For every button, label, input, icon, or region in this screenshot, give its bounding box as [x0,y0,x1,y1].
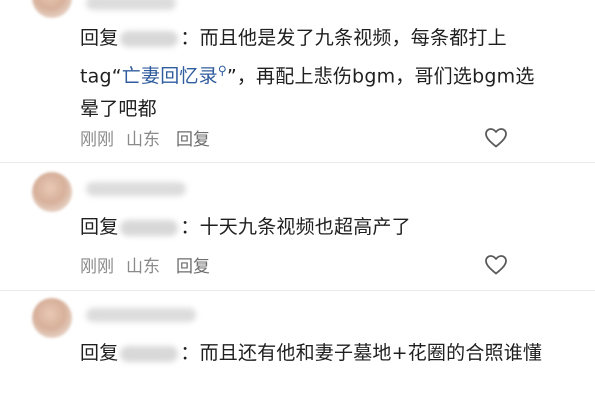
location: 山东 [126,257,160,277]
reply-label: 回复 [80,216,119,238]
comment-content: ：十天九条视频也超高产了 [180,216,411,238]
comment-meta: 刚刚 山东 回复 [80,252,222,277]
comment-text: 回复 ：而且还有他和妻子墓地+花圈的合照谁懂 [80,337,550,370]
avatar[interactable] [32,0,72,18]
comment-content: ：而且还有他和妻子墓地+花圈的合照谁懂 [180,342,543,364]
location: 山东 [126,130,160,150]
timestamp: 刚刚 [80,257,114,277]
username-blurred[interactable] [86,182,186,196]
comment-text: 回复 ：十天九条视频也超高产了 [80,211,550,244]
heart-outline-icon[interactable] [484,126,508,150]
heart-outline-icon[interactable] [484,253,508,277]
avatar[interactable] [32,298,72,338]
divider [0,162,595,163]
reply-target-blurred[interactable] [120,219,179,236]
reply-button[interactable]: 回复 [176,130,210,150]
hashtag-link[interactable]: 亡妻回忆录⚲ [122,64,227,87]
timestamp: 刚刚 [80,130,114,150]
reply-target-blurred[interactable] [120,30,179,47]
reply-label: 回复 [80,342,119,364]
divider [0,290,595,291]
avatar[interactable] [32,172,72,212]
username-blurred[interactable] [86,0,176,10]
username-blurred[interactable] [86,308,196,322]
comment-text: 回复 ：而且他是发了九条视频，每条都打上tag“亡妻回忆录⚲”，再配上悲伤bgm，… [80,22,550,126]
search-icon: ⚲ [217,64,227,78]
reply-label: 回复 [80,27,119,49]
reply-target-blurred[interactable] [120,345,179,362]
comment-meta: 刚刚 山东 回复 [80,125,222,150]
reply-button[interactable]: 回复 [176,257,210,277]
